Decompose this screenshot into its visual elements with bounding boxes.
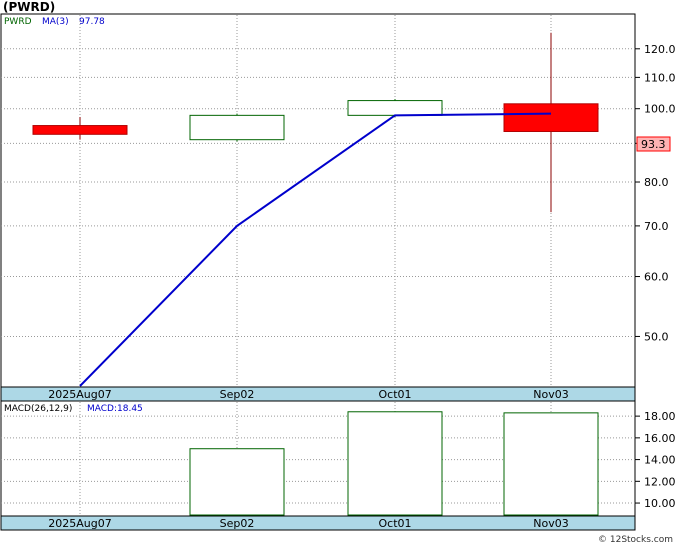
macd-y-tick-label: 12.00 — [644, 475, 676, 488]
last-price-label: 93.3 — [641, 138, 666, 151]
candle-body — [189, 114, 285, 141]
legend-ma-label: MA(3) — [42, 17, 69, 27]
macd-bar — [347, 411, 443, 516]
macd-x-label: Nov03 — [533, 517, 568, 530]
macd-y-tick-label: 18.00 — [644, 410, 676, 423]
price-x-label: 2025Aug07 — [48, 388, 111, 401]
price-y-tick-label: 50.0 — [644, 330, 669, 343]
macd-x-label: Sep02 — [220, 517, 255, 530]
price-y-tick-label: 100.0 — [644, 103, 676, 116]
watermark: © 12Stocks.com — [598, 535, 673, 545]
macd-legend-value: MACD:18.45 — [87, 404, 143, 414]
price-panel — [0, 13, 636, 388]
price-y-tick-label: 60.0 — [644, 271, 669, 284]
chart-title: (PWRD) — [3, 0, 55, 14]
price-y-tick-label: 80.0 — [644, 176, 669, 189]
legend-ticker: PWRD — [4, 17, 32, 27]
macd-y-tick-label: 16.00 — [644, 432, 676, 445]
price-y-tick-label: 120.0 — [644, 43, 676, 56]
macd-x-label: 2025Aug07 — [48, 517, 111, 530]
legend-ma-value: 97.78 — [79, 17, 105, 27]
candle-body — [32, 125, 128, 135]
last-price-marker: 93.3 — [636, 136, 671, 152]
price-y-tick-label: 70.0 — [644, 220, 669, 233]
macd-x-label: Oct01 — [378, 517, 411, 530]
macd-legend-label: MACD(26,12,9) — [4, 404, 72, 414]
macd-y-tick-label: 14.00 — [644, 454, 676, 467]
candle-body — [347, 100, 443, 116]
macd-y-tick-label: 10.00 — [644, 497, 676, 510]
macd-bar — [189, 448, 285, 516]
chart-root: 50.060.070.080.090.0100.0110.0120.0 (PWR… — [0, 0, 680, 546]
price-y-tick-label: 110.0 — [644, 71, 676, 84]
price-x-label: Sep02 — [220, 388, 255, 401]
candle-body — [503, 103, 599, 132]
chart-svg: 50.060.070.080.090.0100.0110.0120.0 (PWR… — [0, 0, 680, 546]
price-x-label: Nov03 — [533, 388, 568, 401]
macd-bar — [503, 412, 599, 516]
price-x-label: Oct01 — [378, 388, 411, 401]
